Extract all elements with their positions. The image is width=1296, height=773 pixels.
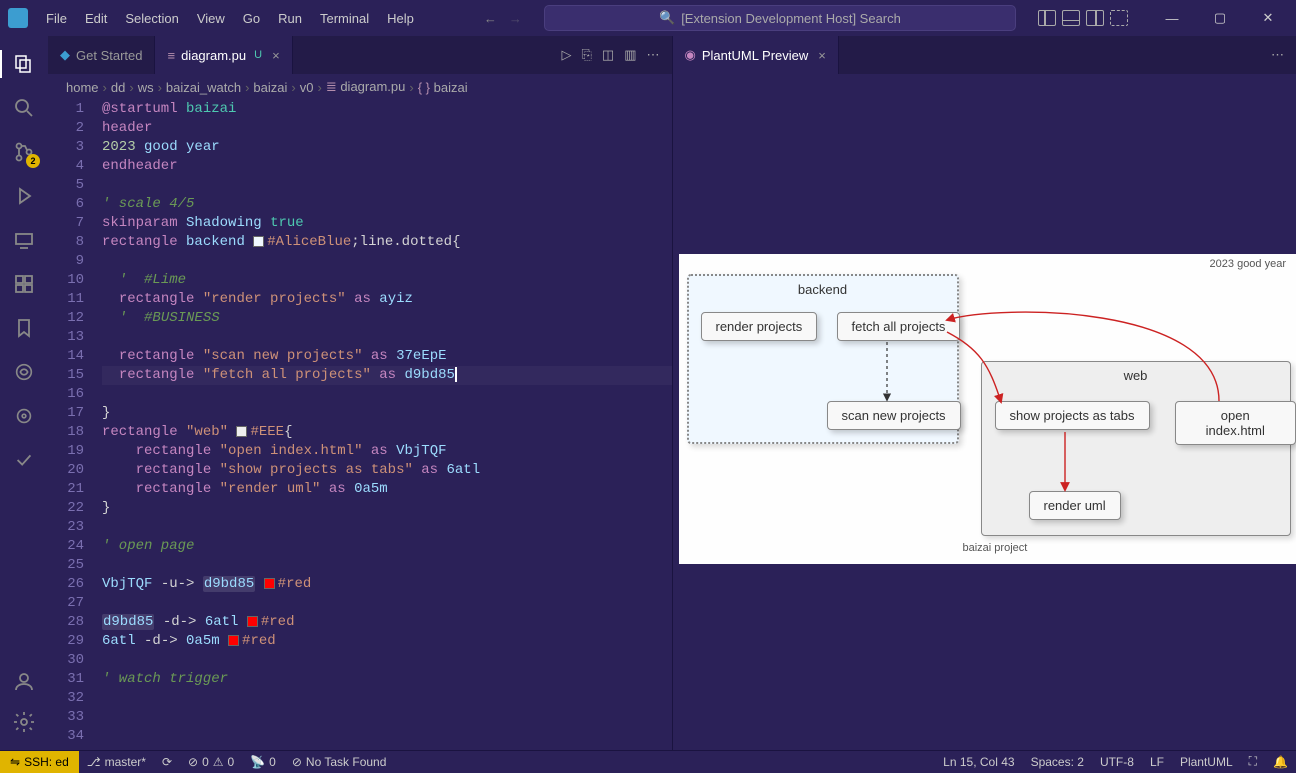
crumb[interactable]: ≣ diagram.pu	[326, 79, 406, 95]
account-icon[interactable]	[0, 662, 48, 702]
split-icon[interactable]: ◫	[602, 47, 614, 63]
tabs-bar-right: ◉ PlantUML Preview × ⋯	[673, 36, 1296, 74]
debug-icon[interactable]	[0, 176, 48, 216]
crumb[interactable]: baizai	[253, 80, 287, 95]
search-placeholder: [Extension Development Host] Search	[681, 11, 901, 26]
breadcrumb[interactable]: home›dd›ws›baizai_watch›baizai›v0›≣ diag…	[48, 74, 672, 100]
preview-area[interactable]: 2023 good year backend render projects f…	[673, 74, 1296, 750]
close-icon[interactable]: ×	[272, 48, 280, 63]
tab-get-started[interactable]: ◆ Get Started	[48, 36, 155, 74]
preview-footer: baizai project	[963, 542, 1028, 554]
uml-backend-label: backend	[689, 282, 957, 297]
spaces-status[interactable]: Spaces: 2	[1023, 755, 1092, 769]
split-icon-2[interactable]: ▥	[624, 47, 636, 63]
crumb[interactable]: ws	[138, 80, 154, 95]
menu-item[interactable]: Selection	[117, 7, 186, 30]
sync-status[interactable]: ⟳	[154, 755, 180, 769]
settings-icon[interactable]	[0, 702, 48, 742]
editor-right-pane: ◉ PlantUML Preview × ⋯ 2023 good year ba…	[673, 36, 1296, 750]
menubar: FileEditSelectionViewGoRunTerminalHelp ←…	[0, 0, 1296, 36]
run-icon[interactable]: ▷	[562, 47, 572, 63]
crumb[interactable]: v0	[300, 80, 314, 95]
uml-box: scan new projects	[827, 401, 961, 430]
menu-item[interactable]: Edit	[77, 7, 115, 30]
remote-icon[interactable]	[0, 220, 48, 260]
extensions-icon[interactable]	[0, 264, 48, 304]
menu-item[interactable]: File	[38, 7, 75, 30]
editor-left-pane: ◆ Get Started ≡ diagram.pu U × ▷ ⎘ ◫ ▥ ⋯…	[48, 36, 673, 750]
cursor-status[interactable]: Ln 15, Col 43	[935, 755, 1022, 769]
scm-badge: 2	[26, 154, 40, 168]
explorer-icon[interactable]	[0, 44, 48, 84]
preview-header: 2023 good year	[1210, 258, 1286, 270]
check-icon[interactable]	[0, 440, 48, 480]
close-button[interactable]: ✕	[1248, 3, 1288, 33]
crumb[interactable]: baizai_watch	[166, 80, 241, 95]
nav-back-icon[interactable]: ←	[484, 11, 497, 26]
uml-box: render uml	[1029, 491, 1121, 520]
ext-icon[interactable]	[0, 352, 48, 392]
uml-box: render projects	[701, 312, 818, 341]
uml-box: fetch all projects	[837, 312, 961, 341]
encoding-status[interactable]: UTF-8	[1092, 755, 1142, 769]
minimize-button[interactable]: —	[1152, 3, 1192, 33]
problems-status[interactable]: ⊘0 ⚠0	[180, 755, 242, 769]
task-status[interactable]: ⊘No Task Found	[284, 755, 395, 769]
scm-icon[interactable]: 2	[0, 132, 48, 172]
menu-item[interactable]: Go	[235, 7, 268, 30]
eol-status[interactable]: LF	[1142, 755, 1172, 769]
layout-icon[interactable]	[1038, 10, 1056, 26]
tab-modified-icon: U	[254, 49, 262, 61]
app-logo	[8, 8, 28, 28]
uml-web-container: web	[981, 361, 1291, 536]
ext-icon-2[interactable]	[0, 396, 48, 436]
crumb[interactable]: home	[66, 80, 99, 95]
close-icon[interactable]: ×	[818, 48, 826, 63]
nav-arrows: ← →	[484, 11, 522, 26]
ports-status[interactable]: 📡0	[242, 755, 284, 769]
bookmark-icon[interactable]	[0, 308, 48, 348]
feedback-icon[interactable]: ⛶	[1241, 754, 1265, 769]
more-icon[interactable]: ⋯	[647, 47, 660, 63]
branch-status[interactable]: ⎇master*	[79, 755, 154, 769]
preview-canvas: 2023 good year backend render projects f…	[679, 254, 1296, 564]
crumb[interactable]: { } baizai	[418, 80, 468, 95]
uml-web-label: web	[982, 368, 1290, 383]
search-input[interactable]: 🔍 [Extension Development Host] Search	[544, 5, 1016, 31]
code-editor[interactable]: 1234567891011121314151617181920212223242…	[48, 100, 672, 750]
compare-icon[interactable]: ⎘	[582, 47, 592, 63]
tab-actions: ▷ ⎘ ◫ ▥ ⋯	[562, 36, 672, 74]
maximize-button[interactable]: ▢	[1200, 3, 1240, 33]
uml-box: open index.html	[1175, 401, 1296, 445]
activity-bar: 2	[0, 36, 48, 750]
tabs-bar-left: ◆ Get Started ≡ diagram.pu U × ▷ ⎘ ◫ ▥ ⋯	[48, 36, 672, 74]
layout-icons	[1038, 10, 1128, 26]
more-icon[interactable]: ⋯	[1271, 47, 1284, 63]
tab-label: Get Started	[76, 48, 142, 63]
ssh-status[interactable]: ⇋SSH: ed	[0, 751, 79, 773]
bell-icon[interactable]: 🔔	[1265, 755, 1296, 769]
menu-item[interactable]: Terminal	[312, 7, 377, 30]
crumb[interactable]: dd	[111, 80, 125, 95]
lang-status[interactable]: PlantUML	[1172, 755, 1241, 769]
menu-item[interactable]: Run	[270, 7, 310, 30]
menu-item[interactable]: Help	[379, 7, 422, 30]
search-icon[interactable]	[0, 88, 48, 128]
tab-label: PlantUML Preview	[702, 48, 808, 63]
layout-icon[interactable]	[1062, 10, 1080, 26]
tab-diagram[interactable]: ≡ diagram.pu U ×	[155, 36, 292, 74]
tab-preview[interactable]: ◉ PlantUML Preview ×	[673, 36, 839, 74]
tab-label: diagram.pu	[181, 48, 246, 63]
nav-forward-icon[interactable]: →	[509, 11, 522, 26]
uml-box: show projects as tabs	[995, 401, 1150, 430]
status-bar: ⇋SSH: ed ⎇master* ⟳ ⊘0 ⚠0 📡0 ⊘No Task Fo…	[0, 750, 1296, 772]
menu-item[interactable]: View	[189, 7, 233, 30]
layout-icon[interactable]	[1110, 10, 1128, 26]
layout-icon[interactable]	[1086, 10, 1104, 26]
